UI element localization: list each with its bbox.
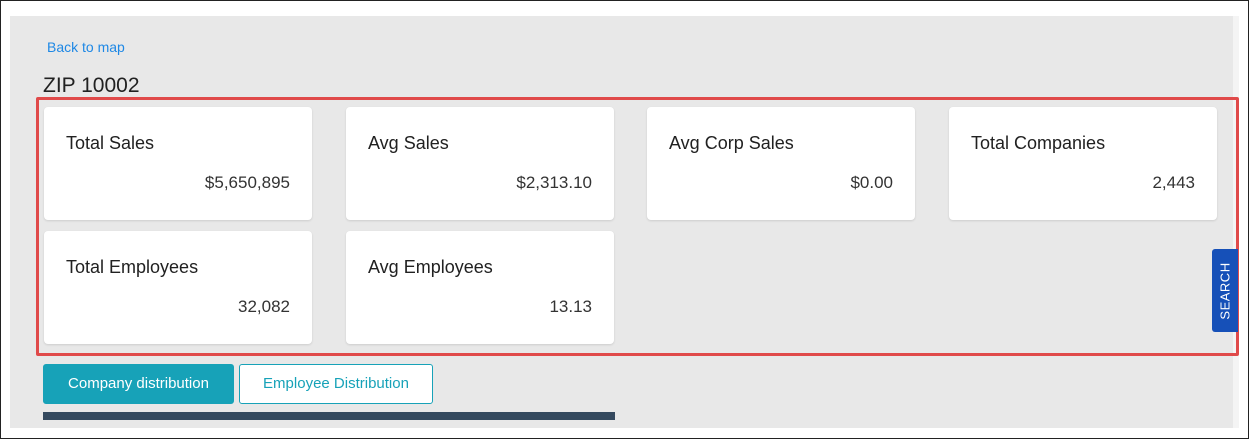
stat-card-avg-corp-sales: Avg Corp Sales $0.00 <box>647 107 915 220</box>
tab-employee-distribution[interactable]: Employee Distribution <box>239 364 433 404</box>
stat-card-total-companies: Total Companies 2,443 <box>949 107 1217 220</box>
search-tab-label: SEARCH <box>1217 261 1233 320</box>
page-title: ZIP 10002 <box>43 74 140 97</box>
stat-label: Avg Employees <box>368 257 493 277</box>
tab-company-distribution[interactable]: Company distribution <box>43 364 234 404</box>
stat-label: Avg Corp Sales <box>669 133 794 153</box>
stat-value: 13.13 <box>549 297 592 316</box>
stat-card-total-employees: Total Employees 32,082 <box>44 231 312 344</box>
stat-value: 32,082 <box>238 297 290 316</box>
stat-card-avg-sales: Avg Sales $2,313.10 <box>346 107 614 220</box>
stat-label: Total Employees <box>66 257 199 277</box>
stat-label: Total Companies <box>971 133 1106 153</box>
chart-header-strip <box>43 412 615 420</box>
stat-value: 2,443 <box>1152 173 1195 192</box>
stat-label: Avg Sales <box>368 133 449 153</box>
stat-value: $0.00 <box>850 173 893 192</box>
stat-card-total-sales: Total Sales $5,650,895 <box>44 107 312 220</box>
back-to-map-link[interactable]: Back to map <box>47 39 125 55</box>
stat-label: Total Sales <box>66 133 155 153</box>
search-tab-button[interactable]: SEARCH <box>1212 249 1238 332</box>
stat-card-avg-employees: Avg Employees 13.13 <box>346 231 614 344</box>
stat-value: $5,650,895 <box>204 173 290 192</box>
stat-value: $2,313.10 <box>516 173 592 192</box>
